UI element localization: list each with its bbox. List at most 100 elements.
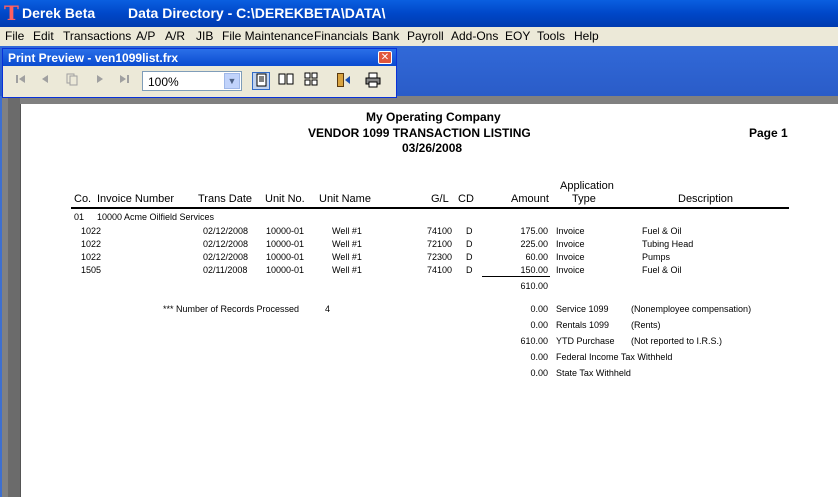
chevron-down-icon[interactable]: ▼ xyxy=(224,73,240,89)
summary-label: YTD Purchase xyxy=(556,336,615,346)
summary-amount: 0.00 xyxy=(530,368,548,378)
row-type: Invoice xyxy=(556,265,585,275)
row-gl: 74100 xyxy=(427,226,453,236)
menu-financials[interactable]: Financials xyxy=(314,29,368,43)
col-header-application: Application xyxy=(560,180,614,192)
report-date: 03/26/2008 xyxy=(402,141,463,155)
row-cd: D xyxy=(466,265,473,275)
prev-page-icon[interactable] xyxy=(36,72,54,90)
print-icon[interactable] xyxy=(364,72,382,90)
col-header-type: Type xyxy=(572,193,596,205)
summary-amount: 0.00 xyxy=(530,320,548,330)
row-unit-no: 10000-01 xyxy=(266,239,305,249)
summary-amount: 0.00 xyxy=(530,304,548,314)
first-page-icon[interactable] xyxy=(12,72,30,90)
two-page-icon[interactable] xyxy=(277,72,295,90)
menu-file[interactable]: File xyxy=(5,29,24,43)
row-unit-name: Well #1 xyxy=(332,265,362,275)
next-page-icon[interactable] xyxy=(91,72,109,90)
records-processed-label: *** Number of Records Processed xyxy=(163,304,300,314)
row-gl: 72300 xyxy=(427,252,453,262)
row-invoice: 1505 xyxy=(81,265,102,275)
row-description: Fuel & Oil xyxy=(642,226,682,236)
report-total: 610.00 xyxy=(520,281,548,291)
row-cd: D xyxy=(466,252,473,262)
row-invoice: 1022 xyxy=(81,252,102,262)
summary-amount: 0.00 xyxy=(530,352,548,362)
col-header-description: Description xyxy=(678,193,734,205)
summary-label: Federal Income Tax Withheld xyxy=(556,352,673,362)
print-preview-title: Print Preview - ven1099list.frx xyxy=(8,51,179,65)
row-type: Invoice xyxy=(556,226,585,236)
header-rule xyxy=(71,207,789,209)
menu-ar[interactable]: A/R xyxy=(165,29,185,43)
row-unit-name: Well #1 xyxy=(332,239,362,249)
report-page-number: Page 1 xyxy=(749,126,788,140)
col-header-unit-name: Unit Name xyxy=(319,193,371,205)
summary-label: State Tax Withheld xyxy=(556,368,631,378)
go-to-page-icon[interactable] xyxy=(63,72,81,90)
one-page-icon[interactable] xyxy=(252,72,270,90)
menu-help[interactable]: Help xyxy=(574,29,599,43)
summary-amount: 610.00 xyxy=(520,336,548,346)
col-header-cd: CD xyxy=(458,193,474,205)
col-header-invoice: Invoice Number xyxy=(97,193,175,205)
menu-bar: File Edit Transactions A/P A/R JIB File … xyxy=(0,27,838,46)
close-preview-icon[interactable] xyxy=(334,72,352,90)
menu-ap[interactable]: A/P xyxy=(136,29,155,43)
col-header-gl: G/L xyxy=(431,193,449,205)
row-description: Tubing Head xyxy=(642,239,694,249)
row-type: Invoice xyxy=(556,239,585,249)
row-amount: 60.00 xyxy=(525,252,548,262)
row-unit-no: 10000-01 xyxy=(266,252,305,262)
row-invoice: 1022 xyxy=(81,239,102,249)
menu-jib[interactable]: JIB xyxy=(196,29,213,43)
row-date: 02/12/2008 xyxy=(203,252,249,262)
preview-toolbar: 100% ▼ xyxy=(3,66,396,97)
zoom-value: 100% xyxy=(148,75,179,89)
total-rule xyxy=(482,276,550,277)
row-description: Pumps xyxy=(642,252,671,262)
row-date: 02/12/2008 xyxy=(203,226,249,236)
close-icon[interactable]: ✕ xyxy=(378,51,392,64)
row-amount: 150.00 xyxy=(520,265,548,275)
menu-bank[interactable]: Bank xyxy=(372,29,399,43)
col-header-co: Co. xyxy=(74,193,92,205)
row-gl: 74100 xyxy=(427,265,453,275)
app-logo-icon: T xyxy=(4,1,19,25)
menu-eoy[interactable]: EOY xyxy=(505,29,530,43)
zoom-select[interactable]: 100% ▼ xyxy=(142,71,242,91)
row-type: Invoice xyxy=(556,252,585,262)
row-cd: D xyxy=(466,239,473,249)
menu-file-maintenance[interactable]: File Maintenance xyxy=(222,29,313,43)
row-unit-name: Well #1 xyxy=(332,226,362,236)
col-header-unit-no: Unit No. xyxy=(265,193,305,205)
app-name: Derek Beta xyxy=(22,5,96,21)
menu-add-ons[interactable]: Add-Ons xyxy=(451,29,498,43)
report-company: My Operating Company xyxy=(366,110,501,124)
last-page-icon[interactable] xyxy=(115,72,133,90)
row-unit-no: 10000-01 xyxy=(266,265,305,275)
print-preview-title-bar[interactable]: Print Preview - ven1099list.frx ✕ xyxy=(3,49,396,66)
summary-note: (Rents) xyxy=(631,320,661,330)
menu-edit[interactable]: Edit xyxy=(33,29,54,43)
vendor-co: 01 xyxy=(74,212,85,222)
summary-note: (Nonemployee compensation) xyxy=(631,304,752,314)
menu-transactions[interactable]: Transactions xyxy=(63,29,131,43)
records-processed-count: 4 xyxy=(325,304,331,314)
summary-label: Service 1099 xyxy=(556,304,609,314)
menu-payroll[interactable]: Payroll xyxy=(407,29,444,43)
row-unit-name: Well #1 xyxy=(332,252,362,262)
vendor-name: 10000 Acme Oilfield Services xyxy=(97,212,215,222)
menu-tools[interactable]: Tools xyxy=(537,29,565,43)
summary-label: Rentals 1099 xyxy=(556,320,610,330)
title-bar: T Derek Beta Data Directory - C:\DEREKBE… xyxy=(0,0,838,27)
row-gl: 72100 xyxy=(427,239,453,249)
multi-page-icon[interactable] xyxy=(302,72,320,90)
row-invoice: 1022 xyxy=(81,226,102,236)
row-date: 02/12/2008 xyxy=(203,239,249,249)
row-amount: 225.00 xyxy=(520,239,548,249)
report-title: VENDOR 1099 TRANSACTION LISTING xyxy=(308,126,531,140)
row-date: 02/11/2008 xyxy=(203,265,248,275)
row-amount: 175.00 xyxy=(520,226,548,236)
